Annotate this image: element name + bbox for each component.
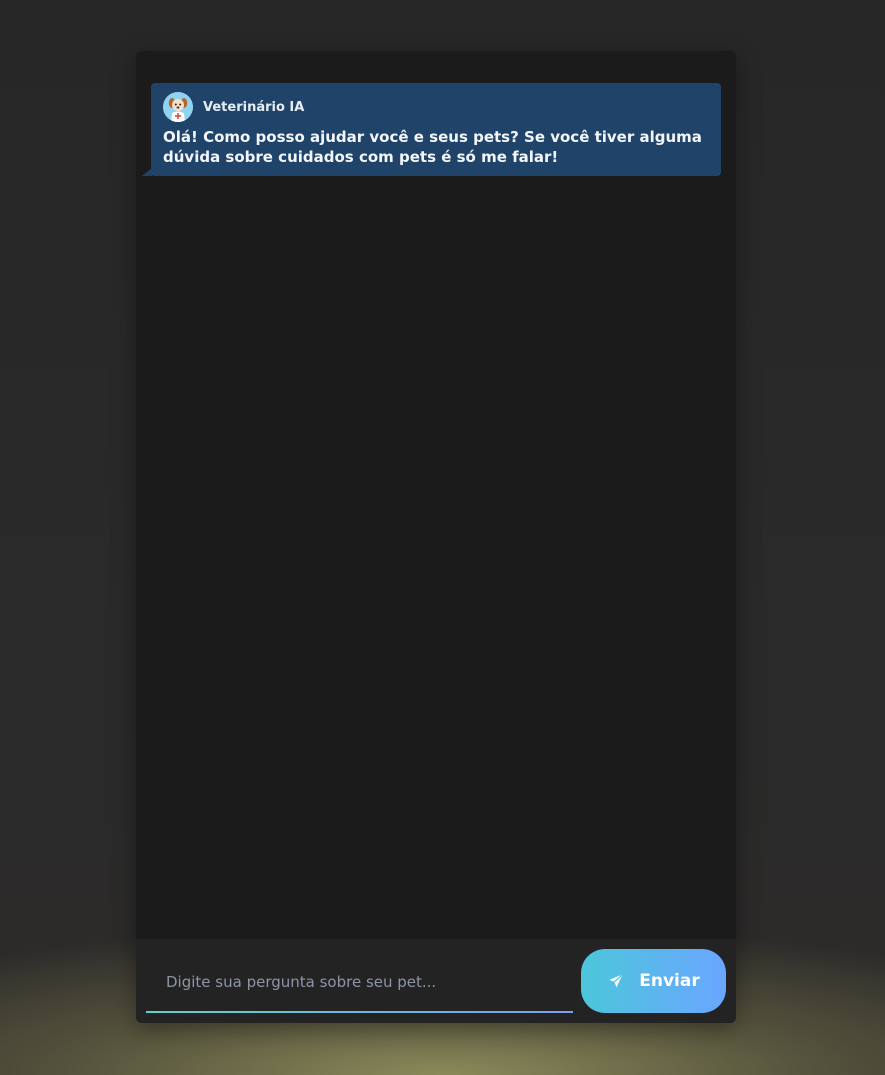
send-button[interactable]: Enviar bbox=[581, 949, 726, 1013]
input-underline bbox=[146, 1011, 573, 1013]
question-input-wrapper bbox=[146, 953, 573, 1013]
message-text: Olá! Como posso ajudar você e seus pets?… bbox=[163, 128, 702, 166]
bubble-tail bbox=[142, 168, 152, 176]
messages-area: Veterinário IA Olá! Como posso ajudar vo… bbox=[136, 51, 736, 939]
send-icon bbox=[607, 972, 625, 990]
bot-message-bubble: Veterinário IA Olá! Como posso ajudar vo… bbox=[142, 83, 721, 176]
chat-window: Veterinário IA Olá! Como posso ajudar vo… bbox=[136, 51, 736, 1023]
message-header: Veterinário IA bbox=[163, 91, 709, 123]
vet-dog-avatar-icon bbox=[163, 92, 193, 122]
send-button-label: Enviar bbox=[639, 971, 700, 991]
question-input[interactable] bbox=[146, 953, 573, 1011]
composer-bar: Enviar bbox=[136, 939, 736, 1023]
sender-name: Veterinário IA bbox=[203, 99, 305, 115]
